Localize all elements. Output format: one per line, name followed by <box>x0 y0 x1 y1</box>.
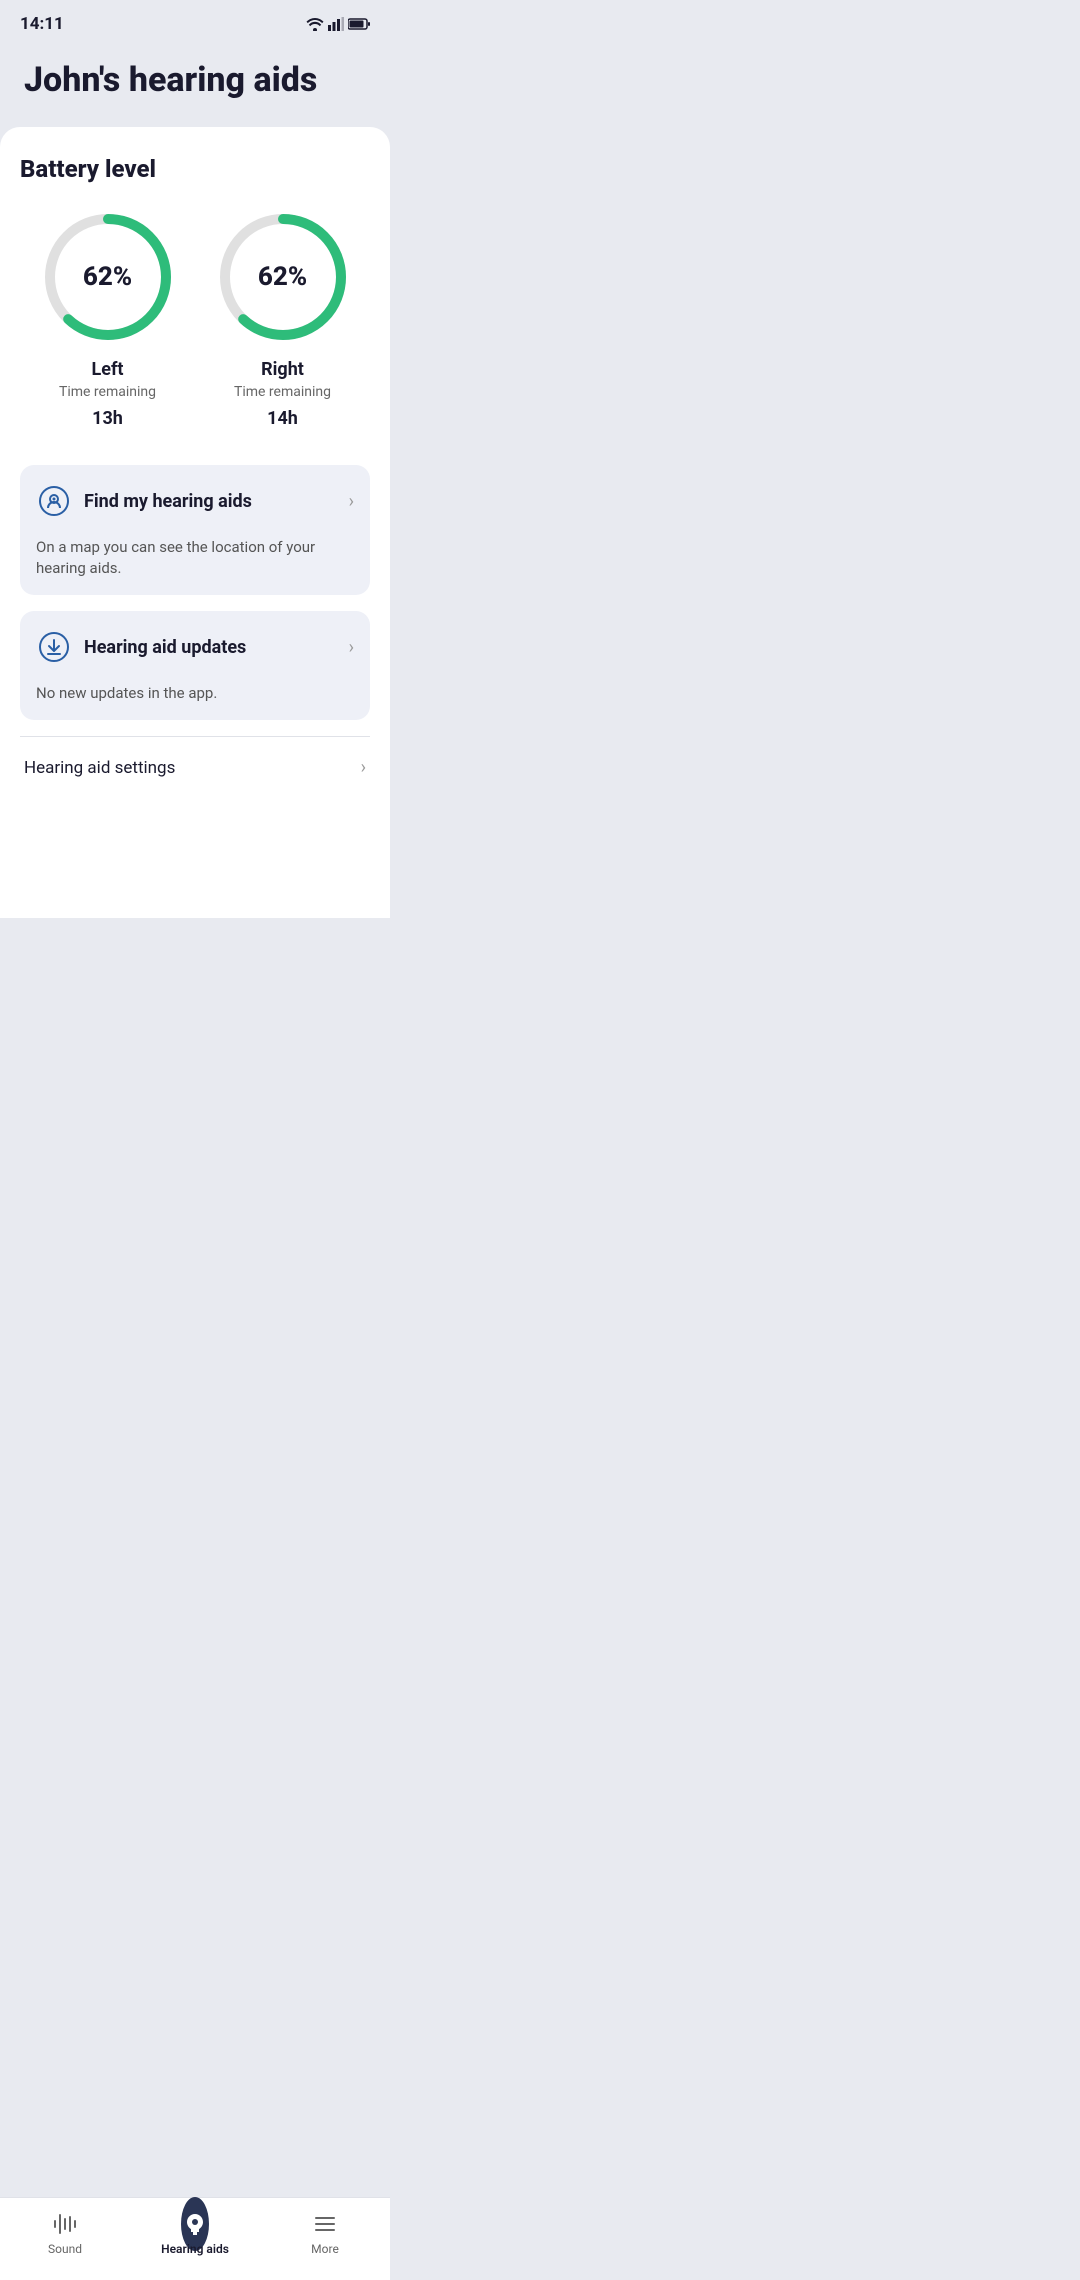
settings-row-label: Hearing aid settings <box>24 758 175 778</box>
settings-row-chevron: › <box>361 757 366 778</box>
left-gauge-label: Left <box>92 359 124 380</box>
left-time-remaining-value: 13h <box>92 408 123 429</box>
main-content: Battery level 62% Left Time remaining 13… <box>0 127 390 918</box>
battery-section-title: Battery level <box>20 155 370 183</box>
left-gauge-percent: 62% <box>83 262 132 292</box>
updates-card-header-left: Hearing aid updates <box>36 629 246 665</box>
find-card-title: Find my hearing aids <box>84 491 252 512</box>
signal-icon <box>328 17 344 31</box>
sound-icon <box>51 2210 79 2238</box>
find-card-header[interactable]: Find my hearing aids › <box>20 465 370 537</box>
right-gauge-container: 62% Right Time remaining 14h <box>213 207 353 429</box>
bottom-nav: Sound Hearing aids More <box>0 2197 390 2280</box>
nav-item-hearing-aids[interactable]: Hearing aids <box>130 2210 260 2256</box>
battery-section: Battery level 62% Left Time remaining 13… <box>20 155 370 429</box>
right-gauge-percent: 62% <box>258 262 307 292</box>
page-title-section: John's hearing aids <box>0 42 390 127</box>
more-icon <box>311 2210 339 2238</box>
right-gauge-wrapper: 62% <box>213 207 353 347</box>
download-icon <box>36 629 72 665</box>
hearing-aids-icon <box>181 2210 209 2238</box>
nav-item-more[interactable]: More <box>260 2210 390 2256</box>
updates-card-title: Hearing aid updates <box>84 637 246 658</box>
updates-card-body: No new updates in the app. <box>20 683 370 720</box>
updates-card-header[interactable]: Hearing aid updates › <box>20 611 370 683</box>
find-card-header-left: Find my hearing aids <box>36 483 252 519</box>
left-time-remaining-label: Time remaining <box>59 384 156 400</box>
nav-sound-label: Sound <box>48 2242 82 2256</box>
left-gauge-container: 62% Left Time remaining 13h <box>38 207 178 429</box>
status-bar: 14:11 <box>0 0 390 42</box>
battery-gauges: 62% Left Time remaining 13h 62% Right Ti… <box>20 207 370 429</box>
right-time-remaining-label: Time remaining <box>234 384 331 400</box>
right-time-remaining-value: 14h <box>267 408 298 429</box>
status-time: 14:11 <box>20 14 64 34</box>
find-card-body: On a map you can see the location of you… <box>20 537 370 595</box>
settings-row[interactable]: Hearing aid settings › <box>20 736 370 798</box>
location-icon <box>36 483 72 519</box>
find-card-chevron: › <box>349 491 354 512</box>
nav-hearing-aids-label: Hearing aids <box>161 2242 229 2256</box>
right-gauge-label: Right <box>261 359 304 380</box>
battery-icon <box>348 18 370 30</box>
updates-card[interactable]: Hearing aid updates › No new updates in … <box>20 611 370 720</box>
nav-more-label: More <box>311 2242 339 2256</box>
find-hearing-aids-card[interactable]: Find my hearing aids › On a map you can … <box>20 465 370 595</box>
wifi-icon <box>306 17 324 31</box>
nav-item-sound[interactable]: Sound <box>0 2210 130 2256</box>
status-icons <box>306 17 370 31</box>
updates-card-chevron: › <box>349 637 354 658</box>
page-title: John's hearing aids <box>24 62 366 99</box>
left-gauge-wrapper: 62% <box>38 207 178 347</box>
